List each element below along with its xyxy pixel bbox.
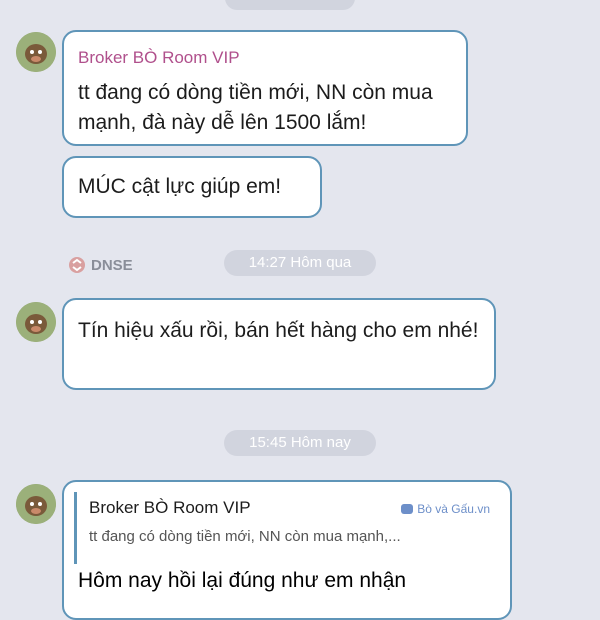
message-text: MÚC cật lực giúp em! xyxy=(78,175,282,198)
avatar-icon[interactable] xyxy=(16,32,56,72)
sender-name: Broker BÒ Room VIP xyxy=(78,48,240,67)
message-text: tt đang có dòng tiền mới, NN còn mua mạn… xyxy=(78,81,433,134)
message-text: Tín hiệu xấu rồi, bán hết hàng cho em nh… xyxy=(78,319,479,342)
avatar-icon[interactable] xyxy=(16,302,56,342)
avatar-icon[interactable] xyxy=(16,484,56,524)
dnse-text: DNSE xyxy=(91,256,133,274)
reply-text: Hôm nay hồi lại đúng như em nhận xyxy=(78,569,407,592)
message-bubble-3[interactable]: Tín hiệu xấu rồi, bán hết hàng cho em nh… xyxy=(62,298,496,390)
dnse-label: DNSE xyxy=(68,256,133,274)
time-separator: 15:45 Hôm nay xyxy=(224,430,376,456)
watermark-text: Bò và Gấu.vn xyxy=(417,502,490,516)
watermark: Bò và Gấu.vn xyxy=(400,502,490,516)
dnse-logo-icon xyxy=(69,257,85,273)
message-bubble-1[interactable]: Broker BÒ Room VIP tt đang có dòng tiền … xyxy=(62,30,468,146)
quoted-text: tt đang có dòng tiền mới, NN còn mua mạn… xyxy=(89,528,401,545)
time-separator-top xyxy=(225,0,355,10)
message-bubble-2[interactable]: MÚC cật lực giúp em! xyxy=(62,156,322,218)
quoted-message[interactable]: Broker BÒ Room VIP tt đang có dòng tiền … xyxy=(74,492,494,564)
watermark-logo-icon xyxy=(401,504,414,514)
time-separator: 14:27 Hôm qua xyxy=(224,250,376,276)
